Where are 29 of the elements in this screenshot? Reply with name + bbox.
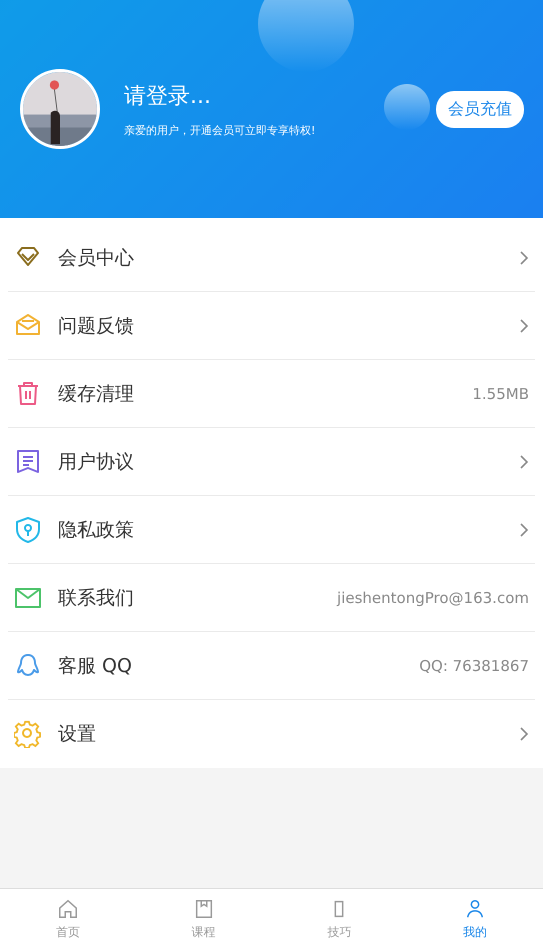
chevron-icon: [519, 522, 529, 538]
menu-row[interactable]: 设置: [8, 700, 535, 768]
menu-label: 客服 QQ: [58, 654, 133, 678]
chevron-icon: [519, 318, 529, 334]
menu-value: 1.55MB: [472, 384, 529, 402]
menu-value: jieshentongPro@163.com: [337, 588, 529, 606]
chevron-icon: [519, 454, 529, 470]
menu-row[interactable]: 缓存清理 1.55MB: [8, 360, 535, 428]
menu-label: 会员中心: [58, 246, 135, 270]
chevron-icon: [519, 726, 529, 742]
nav-tab[interactable]: 我的: [407, 889, 543, 948]
menu-label: 设置: [58, 722, 97, 747]
menu-row[interactable]: 会员中心: [8, 224, 535, 292]
chevron-icon: [519, 250, 529, 266]
menu-label: 缓存清理: [58, 382, 135, 406]
recharge-button[interactable]: 会员充值: [436, 90, 524, 128]
menu-label: 隐私政策: [58, 518, 135, 542]
menu-row[interactable]: 用户协议: [8, 428, 535, 496]
decorative-bubble: [384, 84, 430, 130]
home-icon: [56, 898, 79, 920]
menu-value: QQ: 76381867: [419, 656, 529, 674]
menu-label: 用户协议: [58, 450, 135, 474]
menu-label: 问题反馈: [58, 314, 135, 338]
menu-row[interactable]: 客服 QQ QQ: 76381867: [8, 632, 535, 700]
menu-row[interactable]: 问题反馈: [8, 292, 535, 360]
member-promo-text: 亲爱的用户，开通会员可立即专享特权!: [124, 122, 316, 138]
menu-row[interactable]: 联系我们 jieshentongPro@163.com: [8, 564, 535, 632]
menu-label: 联系我们: [58, 586, 135, 610]
menu-row[interactable]: 隐私政策: [8, 496, 535, 564]
